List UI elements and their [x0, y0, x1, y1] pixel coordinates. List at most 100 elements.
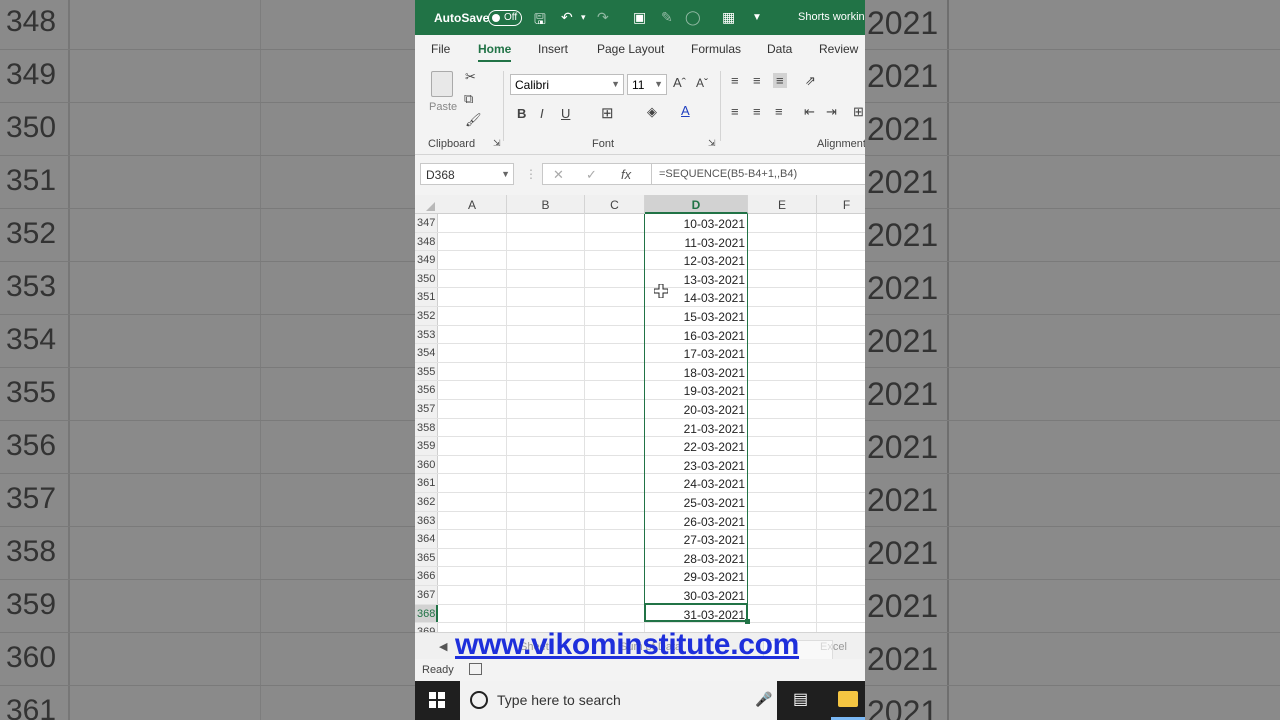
row-header[interactable]: 363	[415, 511, 438, 530]
date-cell[interactable]: 11-03-2021	[645, 232, 748, 251]
cell-a[interactable]	[438, 493, 507, 511]
macro-record-icon[interactable]	[469, 663, 482, 675]
cell-e[interactable]	[748, 269, 817, 288]
cell-b[interactable]	[507, 437, 585, 455]
row-header[interactable]: 359	[415, 437, 438, 455]
row-header[interactable]: 369	[415, 623, 438, 632]
date-cell[interactable]: 10-03-2021	[645, 214, 748, 232]
cell-b[interactable]	[507, 325, 585, 344]
cell-a[interactable]	[438, 400, 507, 418]
copy-icon[interactable]: ⧉	[464, 91, 473, 107]
row-header[interactable]: 348	[415, 232, 438, 251]
row-header[interactable]: 357	[415, 400, 438, 418]
row-header[interactable]: 356	[415, 381, 438, 399]
cancel-icon[interactable]: ✕	[553, 167, 564, 183]
cell-c[interactable]	[585, 493, 645, 511]
cell-c[interactable]	[585, 381, 645, 399]
align-middle-icon[interactable]: ≡	[753, 73, 761, 88]
row-header[interactable]: 349	[415, 251, 438, 269]
format-painter-icon[interactable]: ✎	[661, 9, 673, 26]
cell-b[interactable]	[507, 530, 585, 548]
cell-e[interactable]	[748, 325, 817, 344]
cell-a[interactable]	[438, 362, 507, 381]
date-cell[interactable]: 17-03-2021	[645, 344, 748, 362]
sheet-nav-prev-icon[interactable]: ◀	[439, 640, 447, 653]
taskbar-search[interactable]: Type here to search 🎤	[460, 681, 777, 720]
cell-e[interactable]	[748, 418, 817, 437]
date-cell[interactable]: 21-03-2021	[645, 418, 748, 437]
cell-c[interactable]	[585, 548, 645, 567]
cell-e[interactable]	[748, 400, 817, 418]
cell-e[interactable]	[748, 437, 817, 455]
cell-f[interactable]	[817, 549, 865, 567]
column-header-f[interactable]: F	[817, 195, 865, 214]
select-all-button[interactable]	[415, 195, 438, 214]
align-right-icon[interactable]: ≡	[775, 104, 783, 119]
tab-file[interactable]: File	[431, 42, 450, 56]
cell-b[interactable]	[507, 511, 585, 530]
cell-b[interactable]	[507, 400, 585, 418]
cell-a[interactable]	[438, 455, 507, 474]
cell-f[interactable]	[817, 567, 865, 585]
form-icon[interactable]: ▦	[722, 9, 735, 26]
cell-b[interactable]	[507, 418, 585, 437]
cell-b[interactable]	[507, 288, 585, 306]
cell-c[interactable]	[585, 437, 645, 455]
cell-f[interactable]	[817, 326, 865, 344]
cell-f[interactable]	[817, 381, 865, 399]
date-cell[interactable]: 27-03-2021	[645, 530, 748, 548]
row-header[interactable]: 355	[415, 362, 438, 381]
date-cell[interactable]: 16-03-2021	[645, 325, 748, 344]
date-cell[interactable]: 29-03-2021	[645, 567, 748, 585]
date-cell[interactable]: 28-03-2021	[645, 548, 748, 567]
cell-e[interactable]	[748, 362, 817, 381]
autosave-toggle[interactable]: Off	[488, 10, 522, 26]
date-cell[interactable]: 24-03-2021	[645, 474, 748, 492]
row-header[interactable]: 367	[415, 586, 438, 604]
cell-b[interactable]	[507, 269, 585, 288]
cell-f[interactable]	[817, 530, 865, 548]
cell-a[interactable]	[438, 232, 507, 251]
wrap-text-icon[interactable]: ⊞	[853, 104, 864, 120]
cell-b[interactable]	[507, 344, 585, 362]
fill-handle[interactable]	[745, 619, 750, 624]
cell-e[interactable]	[748, 344, 817, 362]
cell-e[interactable]	[748, 567, 817, 585]
cell-b[interactable]	[507, 232, 585, 251]
file-explorer-icon[interactable]	[838, 691, 858, 707]
undo-dropdown-icon[interactable]: ▾	[581, 12, 586, 23]
date-cell[interactable]: 15-03-2021	[645, 307, 748, 325]
column-header-a[interactable]: A	[438, 195, 507, 214]
task-view-icon[interactable]: ▤	[793, 689, 808, 709]
shapes-icon[interactable]: ◯	[685, 9, 701, 26]
cell-f[interactable]	[817, 474, 865, 492]
cell-b[interactable]	[507, 455, 585, 474]
cell-e[interactable]	[748, 288, 817, 306]
cell-a[interactable]	[438, 344, 507, 362]
worksheet-grid[interactable]: 347 10-03-2021 348 11-03-2021 349 12-03-2021 3…	[415, 214, 865, 632]
cell-a[interactable]	[438, 269, 507, 288]
windows-start-icon[interactable]	[429, 692, 445, 708]
cell-c[interactable]	[585, 586, 645, 604]
align-center-icon[interactable]: ≡	[753, 104, 761, 119]
align-bottom-icon[interactable]: ≡	[773, 73, 787, 88]
camera-icon[interactable]: ▣	[633, 9, 646, 26]
format-painter-icon[interactable]: 🖌	[465, 112, 482, 128]
cell-f[interactable]	[817, 214, 865, 232]
paste-icon[interactable]	[431, 71, 453, 97]
date-cell[interactable]: 25-03-2021	[645, 493, 748, 511]
cell-e[interactable]	[748, 307, 817, 325]
cell-c[interactable]	[585, 362, 645, 381]
align-left-icon[interactable]: ≡	[731, 104, 739, 119]
date-cell[interactable]: 19-03-2021	[645, 381, 748, 399]
cell-f[interactable]	[817, 251, 865, 269]
date-cell[interactable]: 26-03-2021	[645, 511, 748, 530]
cell-a[interactable]	[438, 548, 507, 567]
row-header[interactable]: 366	[415, 567, 438, 585]
tab-review[interactable]: Review	[819, 42, 858, 56]
cell-c[interactable]	[585, 530, 645, 548]
date-cell[interactable]: 23-03-2021	[645, 455, 748, 474]
tab-page-layout[interactable]: Page Layout	[597, 42, 664, 56]
cell-f[interactable]	[817, 437, 865, 455]
cell-b[interactable]	[507, 474, 585, 492]
